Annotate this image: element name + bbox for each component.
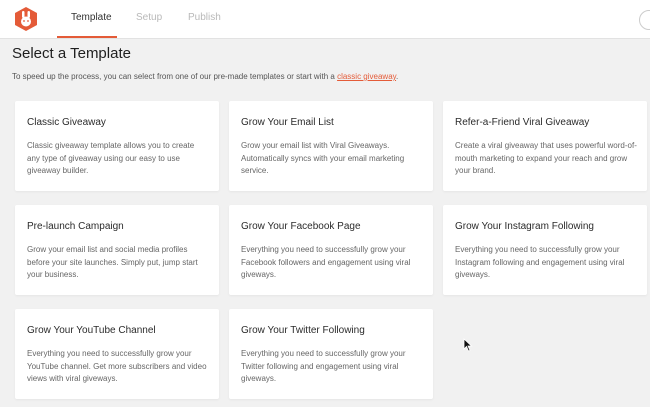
intro-copy: To speed up the process, you can select …: [12, 72, 338, 81]
top-bar: Template Setup Publish: [0, 0, 650, 39]
active-tab-indicator: [57, 36, 117, 38]
card-title: Pre-launch Campaign: [27, 221, 124, 232]
card-description: Everything you need to successfully grow…: [241, 349, 406, 383]
intro-text: To speed up the process, you can select …: [12, 72, 398, 81]
tab-publish[interactable]: Publish: [188, 12, 221, 23]
card-title: Grow Your Email List: [241, 117, 334, 128]
card-title: Refer-a-Friend Viral Giveaway: [455, 117, 590, 128]
card-title: Classic Giveaway: [27, 117, 106, 128]
card-description: Classic giveaway template allows you to …: [27, 141, 195, 175]
template-card-facebook-page[interactable]: Grow Your Facebook Page Everything you n…: [229, 205, 433, 295]
card-title: Grow Your Instagram Following: [455, 221, 594, 232]
card-description: Everything you need to successfully grow…: [455, 245, 625, 279]
template-card-instagram-following[interactable]: Grow Your Instagram Following Everything…: [443, 205, 647, 295]
tab-template[interactable]: Template: [71, 12, 112, 23]
card-description: Grow your email list with Viral Giveaway…: [241, 141, 405, 175]
template-card-youtube-channel[interactable]: Grow Your YouTube Channel Everything you…: [15, 309, 219, 399]
template-card-pre-launch[interactable]: Pre-launch Campaign Grow your email list…: [15, 205, 219, 295]
card-title: Grow Your Twitter Following: [241, 325, 365, 336]
mouse-cursor-icon: [463, 338, 473, 352]
card-title: Grow Your YouTube Channel: [27, 325, 156, 336]
template-card-refer-a-friend[interactable]: Refer-a-Friend Viral Giveaway Create a v…: [443, 101, 647, 191]
card-description: Create a viral giveaway that uses powerf…: [455, 141, 637, 175]
template-card-classic-giveaway[interactable]: Classic Giveaway Classic giveaway templa…: [15, 101, 219, 191]
template-card-twitter-following[interactable]: Grow Your Twitter Following Everything y…: [229, 309, 433, 399]
tab-setup[interactable]: Setup: [136, 12, 162, 23]
card-description: Grow your email list and social media pr…: [27, 245, 198, 279]
circle-icon[interactable]: [639, 10, 650, 30]
classic-giveaway-link[interactable]: classic giveaway: [337, 72, 396, 81]
card-description: Everything you need to successfully grow…: [27, 349, 207, 383]
card-description: Everything you need to successfully grow…: [241, 245, 411, 279]
rabbit-logo-icon[interactable]: [13, 6, 39, 32]
page-title: Select a Template: [12, 45, 131, 62]
intro-period: .: [396, 72, 399, 81]
card-title: Grow Your Facebook Page: [241, 221, 361, 232]
template-card-grow-email-list[interactable]: Grow Your Email List Grow your email lis…: [229, 101, 433, 191]
